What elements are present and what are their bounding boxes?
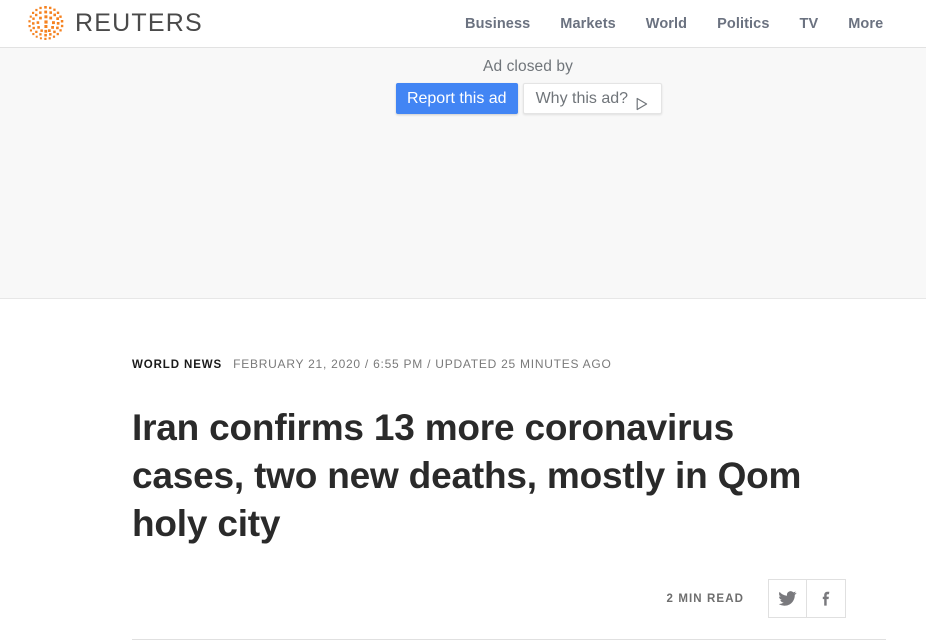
share-twitter-button[interactable] <box>768 579 807 618</box>
reuters-dot-logo-icon <box>26 4 66 44</box>
article-timestamp: FEBRUARY 21, 2020 / 6:55 PM / UPDATED 25… <box>233 357 612 371</box>
ad-banner-region: Ad closed by Report this ad Why this ad? <box>0 48 926 299</box>
reuters-logo-link[interactable]: REUTERS <box>26 4 203 44</box>
nav-item-world[interactable]: World <box>646 16 687 32</box>
nav-item-markets[interactable]: Markets <box>560 16 616 32</box>
nav-item-business[interactable]: Business <box>465 16 530 32</box>
reuters-wordmark: REUTERS <box>75 9 203 37</box>
ad-controls: Ad closed by Report this ad Why this ad? <box>0 58 926 114</box>
read-time-label: 2 MIN READ <box>666 592 744 605</box>
article-container: WORLD NEWS FEBRUARY 21, 2020 / 6:55 PM /… <box>0 299 926 618</box>
share-buttons-group <box>768 579 846 618</box>
article-kicker-row: WORLD NEWS FEBRUARY 21, 2020 / 6:55 PM /… <box>132 357 886 371</box>
share-facebook-button[interactable] <box>807 579 846 618</box>
twitter-icon <box>778 589 797 608</box>
report-this-ad-button[interactable]: Report this ad <box>395 83 518 114</box>
article-headline: Iran confirms 13 more coronavirus cases,… <box>132 407 802 544</box>
ad-buttons-row: Report this ad Why this ad? <box>264 83 663 114</box>
facebook-icon <box>817 589 836 608</box>
article-readbar: 2 MIN READ <box>132 579 886 618</box>
ad-closed-label: Ad closed by <box>483 58 573 75</box>
article-section-link[interactable]: WORLD NEWS <box>132 359 222 371</box>
adchoices-triangle-icon <box>635 92 649 110</box>
main-navigation: Business Markets World Politics TV More <box>465 0 883 48</box>
nav-item-tv[interactable]: TV <box>799 16 818 32</box>
site-header: REUTERS Business Markets World Politics … <box>0 0 926 48</box>
nav-item-politics[interactable]: Politics <box>717 16 769 32</box>
nav-item-more[interactable]: More <box>848 16 883 32</box>
why-this-ad-label: Why this ad? <box>535 90 629 107</box>
why-this-ad-button[interactable]: Why this ad? <box>522 83 663 114</box>
